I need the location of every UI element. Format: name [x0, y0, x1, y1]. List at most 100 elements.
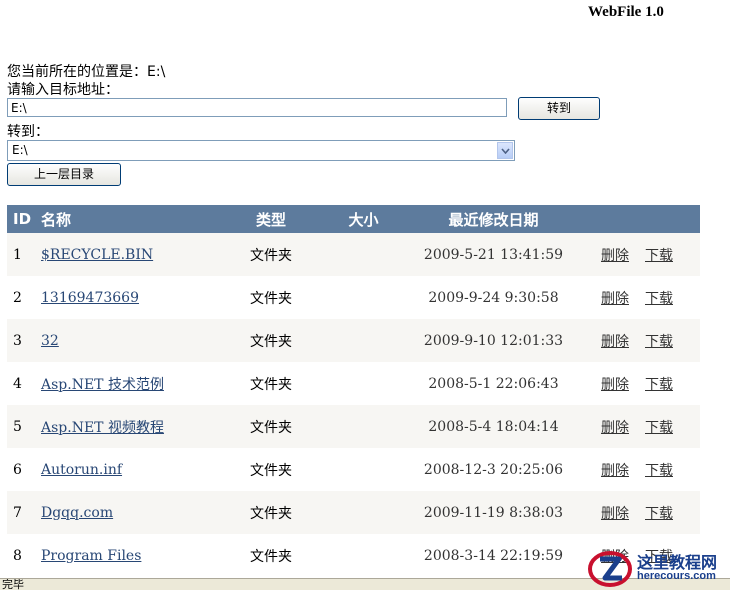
download-link[interactable]: 下载 — [645, 506, 673, 522]
table-row: 2 13169473669 文件夹 2009-9-24 9:30:58 删除 下载 — [7, 276, 700, 319]
cell-id: 4 — [7, 362, 41, 405]
table-row: 6 Autorun.inf 文件夹 2008-12-3 20:25:06 删除 下载 — [7, 448, 700, 491]
delete-link[interactable]: 删除 — [601, 291, 629, 307]
cell-name: 13169473669 — [41, 276, 221, 319]
table-header-row: ID 名称 类型 大小 最近修改日期 — [7, 205, 700, 233]
directory-select-value: E:\ — [12, 143, 28, 157]
table-row: 4 Asp.NET 技术范例 文件夹 2008-5-1 22:06:43 删除 下载 — [7, 362, 700, 405]
chevron-down-icon[interactable] — [497, 142, 513, 159]
cell-date: 2009-5-21 13:41:59 — [406, 233, 581, 276]
cell-size — [321, 405, 406, 448]
delete-link[interactable]: 删除 — [601, 334, 629, 350]
cell-name: Autorun.inf — [41, 448, 221, 491]
cell-type: 文件夹 — [221, 362, 321, 405]
cell-date: 2009-9-24 9:30:58 — [406, 276, 581, 319]
status-text: 完毕 — [2, 578, 24, 590]
cell-actions: 删除 下载 — [581, 362, 700, 405]
cell-actions: 删除 下载 — [581, 491, 700, 534]
col-header-type: 类型 — [221, 205, 321, 233]
cell-size — [321, 276, 406, 319]
app-title: WebFile 1.0 — [588, 4, 664, 20]
download-link[interactable]: 下载 — [645, 248, 673, 264]
cell-actions: 删除 下载 — [581, 276, 700, 319]
cell-date: 2008-3-14 22:19:59 — [406, 534, 581, 577]
cell-name: Asp.NET 技术范例 — [41, 362, 221, 405]
cell-type: 文件夹 — [221, 534, 321, 577]
cell-name: Asp.NET 视频教程 — [41, 405, 221, 448]
download-link[interactable]: 下载 — [645, 291, 673, 307]
cell-date: 2008-5-1 22:06:43 — [406, 362, 581, 405]
target-label: 请输入目标地址： — [7, 82, 119, 98]
watermark-sub: herecours.com — [637, 570, 716, 582]
current-location: 您当前所在的位置是：E:\ — [7, 61, 165, 81]
goto-button[interactable]: 转到 — [518, 97, 600, 120]
table-row: 7 Dgqq.com 文件夹 2009-11-19 8:38:03 删除 下载 — [7, 491, 700, 534]
file-table: ID 名称 类型 大小 最近修改日期 1 $RECYCLE.BIN 文件夹 2009-… — [7, 205, 700, 577]
goto-label: 转到： — [7, 124, 49, 140]
cell-id: 7 — [7, 491, 41, 534]
cell-id: 2 — [7, 276, 41, 319]
cell-size — [321, 534, 406, 577]
cell-type: 文件夹 — [221, 448, 321, 491]
folder-link[interactable]: Program Files — [41, 548, 141, 564]
cell-date: 2009-9-10 12:01:33 — [406, 319, 581, 362]
table-row: 5 Asp.NET 视频教程 文件夹 2008-5-4 18:04:14 删除 下载 — [7, 405, 700, 448]
col-header-id: ID — [7, 205, 41, 233]
folder-link[interactable]: Autorun.inf — [41, 462, 122, 478]
location-value: E:\ — [147, 64, 166, 80]
delete-link[interactable]: 删除 — [601, 420, 629, 436]
folder-link[interactable]: $RECYCLE.BIN — [41, 247, 153, 263]
cell-name: $RECYCLE.BIN — [41, 233, 221, 276]
cell-size — [321, 362, 406, 405]
delete-link[interactable]: 删除 — [601, 506, 629, 522]
logo-z-icon — [588, 551, 632, 587]
parent-directory-button[interactable]: 上一层目录 — [7, 163, 121, 186]
watermark-logo: 这里教程网 herecours.com — [585, 545, 730, 590]
cell-actions: 删除 下载 — [581, 448, 700, 491]
directory-select[interactable]: E:\ — [7, 140, 515, 161]
download-link[interactable]: 下载 — [645, 420, 673, 436]
cell-name: Dgqq.com — [41, 491, 221, 534]
col-header-size: 大小 — [321, 205, 406, 233]
cell-date: 2008-5-4 18:04:14 — [406, 405, 581, 448]
delete-link[interactable]: 删除 — [601, 377, 629, 393]
cell-size — [321, 319, 406, 362]
cell-id: 3 — [7, 319, 41, 362]
cell-actions: 删除 下载 — [581, 319, 700, 362]
folder-link[interactable]: Asp.NET 视频教程 — [41, 420, 164, 436]
cell-actions: 删除 下载 — [581, 405, 700, 448]
cell-type: 文件夹 — [221, 405, 321, 448]
cell-size — [321, 491, 406, 534]
col-header-date: 最近修改日期 — [406, 205, 581, 233]
cell-id: 8 — [7, 534, 41, 577]
table-row: 1 $RECYCLE.BIN 文件夹 2009-5-21 13:41:59 删除 下载 — [7, 233, 700, 276]
cell-name: Program Files — [41, 534, 221, 577]
col-header-actions — [581, 205, 700, 233]
location-label: 您当前所在的位置是： — [7, 64, 147, 80]
download-link[interactable]: 下载 — [645, 334, 673, 350]
folder-link[interactable]: Asp.NET 技术范例 — [41, 377, 164, 393]
download-link[interactable]: 下载 — [645, 463, 673, 479]
folder-link[interactable]: Dgqq.com — [41, 505, 113, 521]
folder-link[interactable]: 32 — [41, 333, 59, 349]
cell-name: 32 — [41, 319, 221, 362]
cell-actions: 删除 下载 — [581, 233, 700, 276]
cell-type: 文件夹 — [221, 276, 321, 319]
delete-link[interactable]: 删除 — [601, 248, 629, 264]
table-row: 3 32 文件夹 2009-9-10 12:01:33 删除 下载 — [7, 319, 700, 362]
cell-date: 2008-12-3 20:25:06 — [406, 448, 581, 491]
cell-size — [321, 233, 406, 276]
target-address-input[interactable] — [7, 98, 507, 117]
cell-size — [321, 448, 406, 491]
delete-link[interactable]: 删除 — [601, 463, 629, 479]
download-link[interactable]: 下载 — [645, 377, 673, 393]
cell-type: 文件夹 — [221, 491, 321, 534]
cell-type: 文件夹 — [221, 319, 321, 362]
cell-id: 6 — [7, 448, 41, 491]
folder-link[interactable]: 13169473669 — [41, 290, 139, 306]
cell-id: 5 — [7, 405, 41, 448]
cell-date: 2009-11-19 8:38:03 — [406, 491, 581, 534]
cell-id: 1 — [7, 233, 41, 276]
cell-type: 文件夹 — [221, 233, 321, 276]
col-header-name: 名称 — [41, 205, 221, 233]
